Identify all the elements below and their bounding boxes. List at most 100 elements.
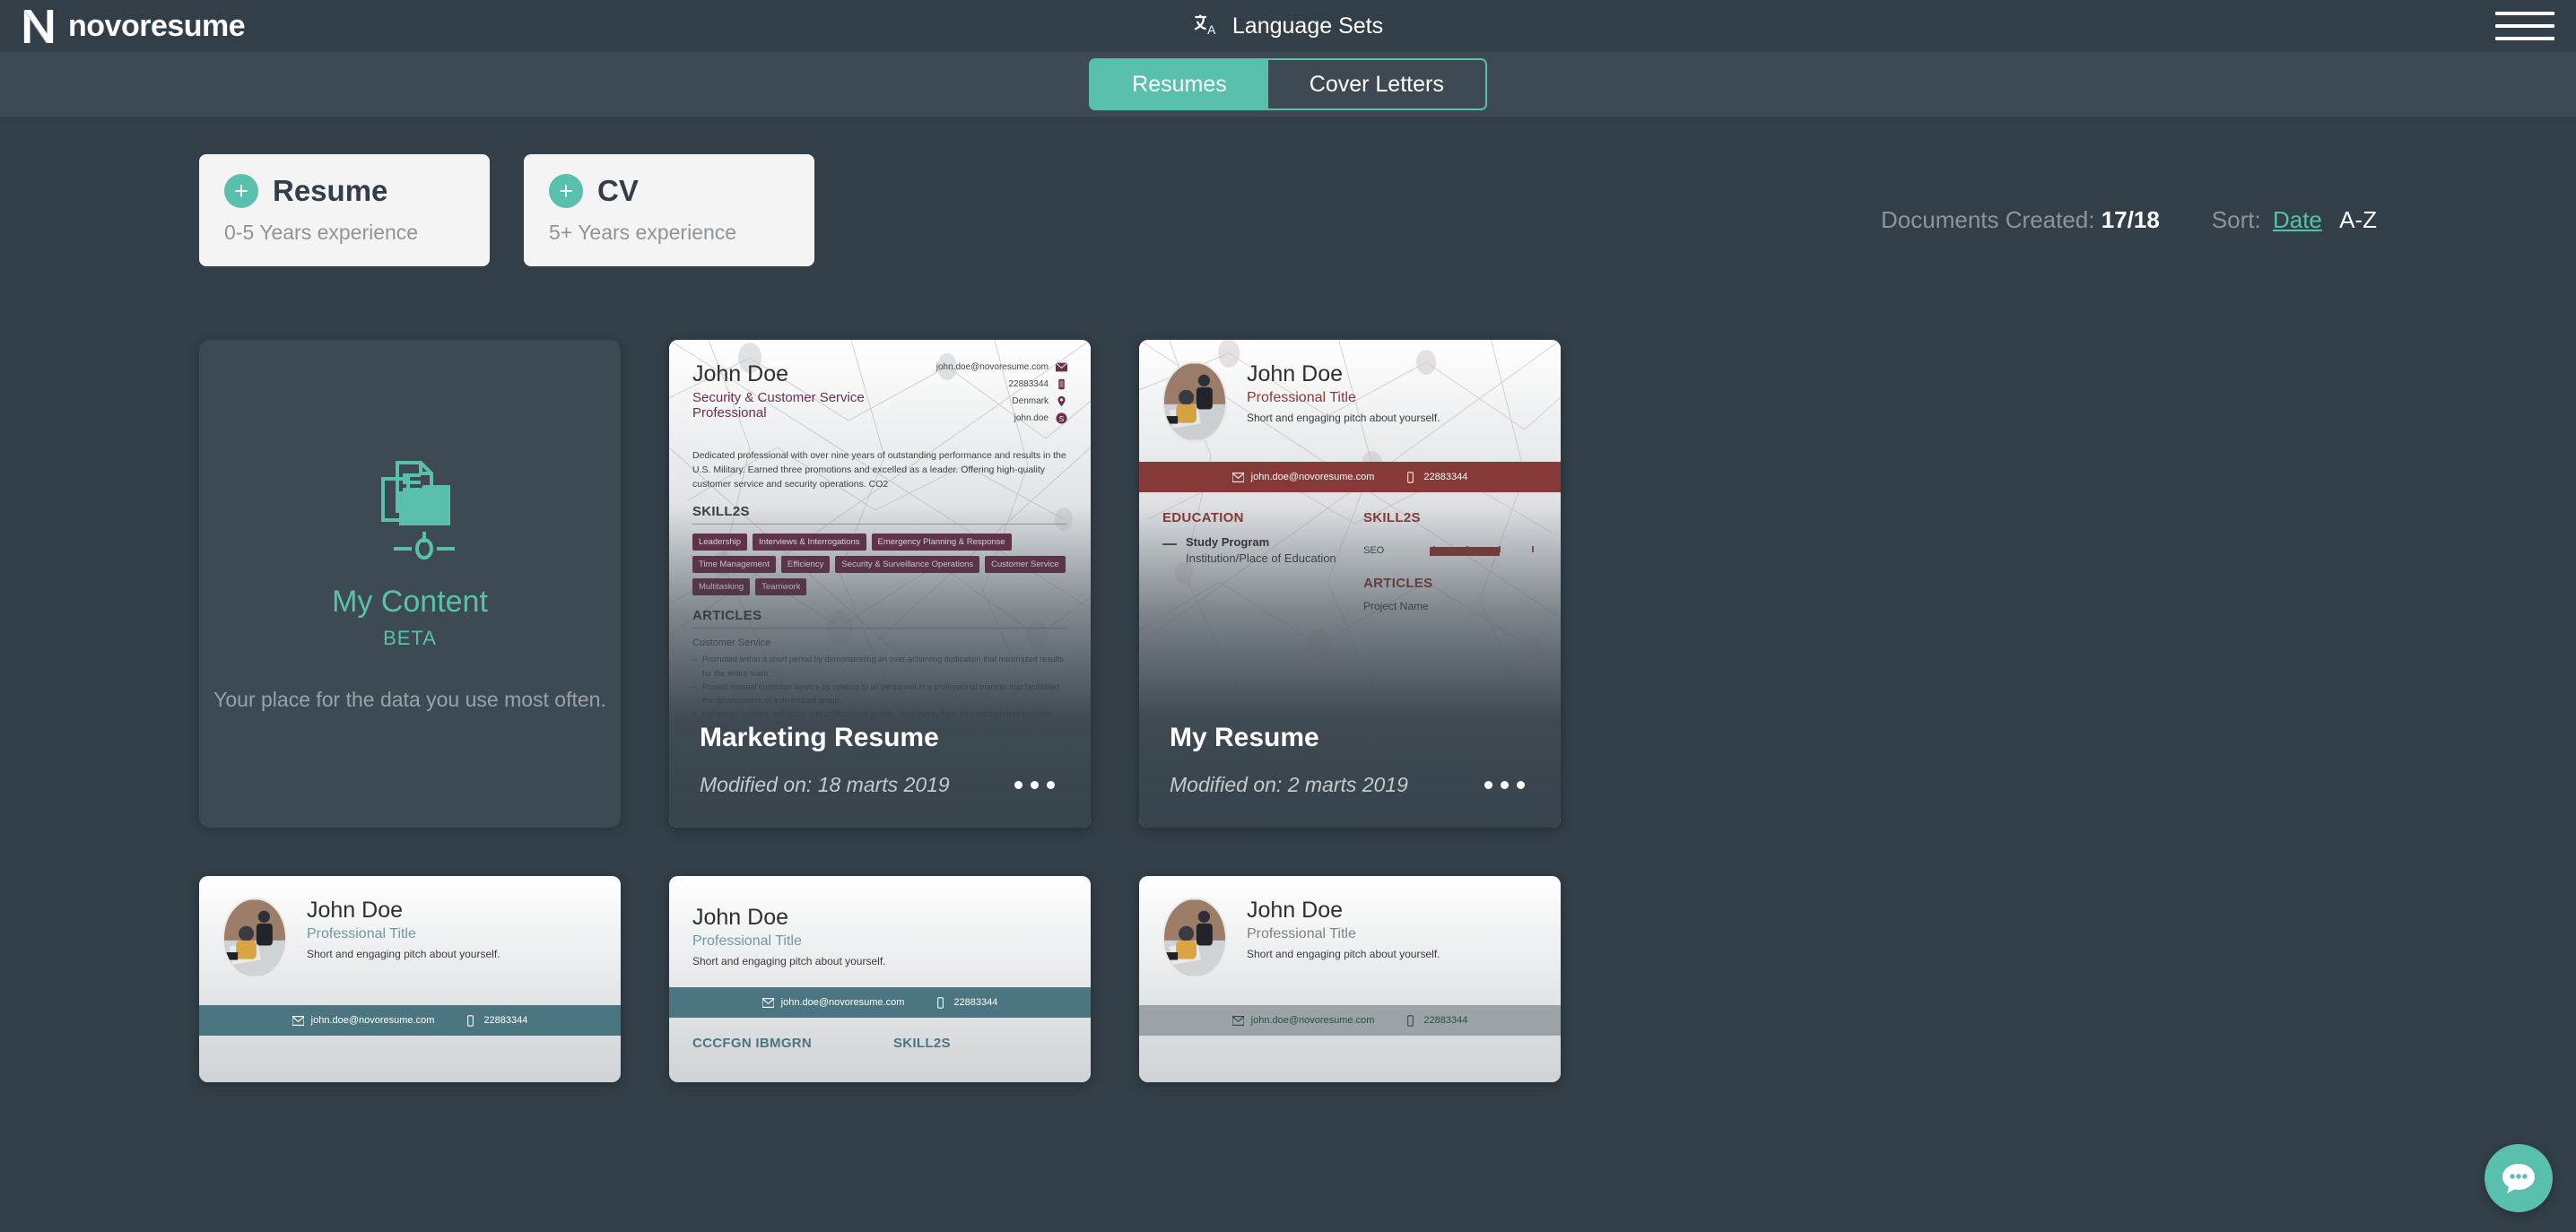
documents-meta: Documents Created: 17/18 Sort: Date A-Z [1881,154,2377,234]
create-resume-button[interactable]: + Resume 0-5 Years experience [199,154,490,266]
sort-label: Sort: [2211,206,2261,233]
tab-resumes[interactable]: Resumes [1091,60,1268,108]
tab-cover-letters[interactable]: Cover Letters [1267,60,1485,108]
avatar [222,898,287,978]
preview-contact-band: john.doe@novoresume.com 22883344 [1139,1005,1561,1036]
hamburger-line [2495,37,2554,40]
create-resume-subtitle: 0-5 Years experience [224,221,419,244]
my-content-description: Your place for the data you use most oft… [213,688,606,711]
contact-email: john.doe@novoresume.com [761,997,905,1009]
document-type-tabs: Resumes Cover Letters [1089,58,1487,110]
toolbar: + Resume 0-5 Years experience + CV 5+ Ye… [199,117,2377,266]
preview-identity: John Doe Professional Title Short and en… [692,905,885,967]
card-footer: My Resume Modified on: 2 marts 2019 [1170,723,1530,797]
avatar-photo [1164,899,1225,976]
contact-email-value: john.doe@novoresume.com [1250,1015,1375,1026]
my-content-tile[interactable]: My Content BETA Your place for the data … [199,340,621,828]
skills-column: SKILL2S [893,1036,1067,1051]
resume-preview-body: John Doe Professional Title Short and en… [669,876,1091,1082]
education-column: CCCFGN IBMGRN [692,1036,866,1051]
contact-email-value: john.doe@novoresume.com [310,1015,435,1026]
contact-email-value: john.doe@novoresume.com [780,997,905,1008]
preview-pitch: Short and engaging pitch about yourself. [307,948,500,960]
documents-created-label: Documents Created: [1881,206,2095,233]
card-meta-row: Modified on: 2 marts 2019 [1170,773,1530,797]
svg-text:A: A [1207,23,1216,37]
contact-phone: 22883344 [465,1014,528,1027]
preview-role: Professional Title [307,926,416,941]
preview-name: John Doe [1247,898,1344,923]
card-modified-date: Modified on: 18 marts 2019 [700,773,950,796]
mail-icon [292,1015,304,1026]
preview-header: John Doe Professional Title Short and en… [1139,876,1561,978]
document-card-row2-2[interactable]: John Doe Professional Title Short and en… [669,876,1091,1082]
hamburger-line [2495,24,2554,28]
translate-icon: A [1194,14,1216,37]
skills-heading: SKILL2S [893,1036,951,1051]
preview-name: John Doe [692,905,789,930]
documents-grid: My Content BETA Your place for the data … [199,340,2377,1082]
create-resume-title: Resume [273,174,388,207]
create-cv-title: CV [597,174,639,207]
preview-header: John Doe Professional Title Short and en… [669,876,1091,967]
card-title: My Resume [1170,723,1319,752]
brand-name: novoresume [68,8,246,43]
sort-by-date[interactable]: Date [2273,206,2322,233]
phone-icon [467,1014,474,1027]
language-sets-label: Language Sets [1231,13,1384,39]
card-modified-date: Modified on: 2 marts 2019 [1170,773,1408,796]
avatar-photo [224,899,285,976]
card-title: Marketing Resume [700,723,939,752]
create-cv-button[interactable]: + CV 5+ Years experience [524,154,814,266]
resume-preview-body: John Doe Professional Title Short and en… [199,876,621,1082]
documents-created-value: 17/18 [2101,206,2160,233]
document-card-marketing-resume[interactable]: John Doe Security & Customer Service Pro… [669,340,1091,828]
chat-widget-button[interactable] [2485,1144,2553,1212]
contact-phone-value: 22883344 [1423,1015,1468,1026]
more-options-icon[interactable] [1479,776,1530,794]
folder-document-icon [381,461,455,560]
language-sets-button[interactable]: A Language Sets [1193,13,1383,39]
preview-pitch: Short and engaging pitch about yourself. [1247,948,1440,960]
plus-icon: + [224,174,258,208]
plus-icon: + [549,174,583,208]
card-footer: Marketing Resume Modified on: 18 marts 2… [700,723,1060,797]
create-cv-header: + CV [549,174,789,208]
preview-name: John Doe [307,898,404,923]
preview-identity: John Doe Professional Title Short and en… [1247,898,1440,960]
sort-control: Sort: Date A-Z [2212,206,2377,234]
contact-email: john.doe@novoresume.com [1231,1015,1375,1027]
phone-icon [1407,1014,1414,1027]
create-resume-header: + Resume [224,174,465,208]
sort-by-az[interactable]: A-Z [2339,206,2377,233]
my-content-beta-badge: BETA [383,627,437,649]
create-buttons: + Resume 0-5 Years experience + CV 5+ Ye… [199,154,814,266]
contact-email: john.doe@novoresume.com [292,1015,435,1027]
resume-preview-body: John Doe Professional Title Short and en… [1139,876,1561,1082]
main-content: + Resume 0-5 Years experience + CV 5+ Ye… [0,117,2576,1232]
document-card-my-resume[interactable]: John Doe Professional Title Short and en… [1139,340,1561,828]
education-heading: CCCFGN IBMGRN [692,1036,813,1051]
contact-phone-value: 22883344 [953,997,998,1008]
contact-phone: 22883344 [935,996,998,1009]
brand-logo[interactable]: novoresume [0,8,246,44]
hamburger-menu-icon[interactable] [2495,12,2554,40]
preview-role: Professional Title [692,933,802,949]
create-cv-subtitle: 5+ Years experience [549,221,737,244]
preview-contact-band: john.doe@novoresume.com 22883344 [669,987,1091,1018]
mail-icon [761,997,774,1008]
preview-role: Professional Title [1247,926,1356,941]
preview-identity: John Doe Professional Title Short and en… [307,898,500,960]
chat-bubble-icon [2502,1164,2535,1193]
document-card-row2-1[interactable]: John Doe Professional Title Short and en… [199,876,621,1082]
contact-phone-value: 22883344 [483,1015,528,1026]
document-card-row2-3[interactable]: John Doe Professional Title Short and en… [1139,876,1561,1082]
contact-phone: 22883344 [1405,1014,1468,1027]
avatar [1162,898,1227,978]
tab-strip: Resumes Cover Letters [0,52,2576,117]
preview-columns: CCCFGN IBMGRN SKILL2S [669,1018,1091,1051]
preview-header: John Doe Professional Title Short and en… [199,876,621,978]
mail-icon [1231,1015,1244,1026]
documents-created: Documents Created: 17/18 [1881,206,2160,234]
more-options-icon[interactable] [1009,776,1060,794]
